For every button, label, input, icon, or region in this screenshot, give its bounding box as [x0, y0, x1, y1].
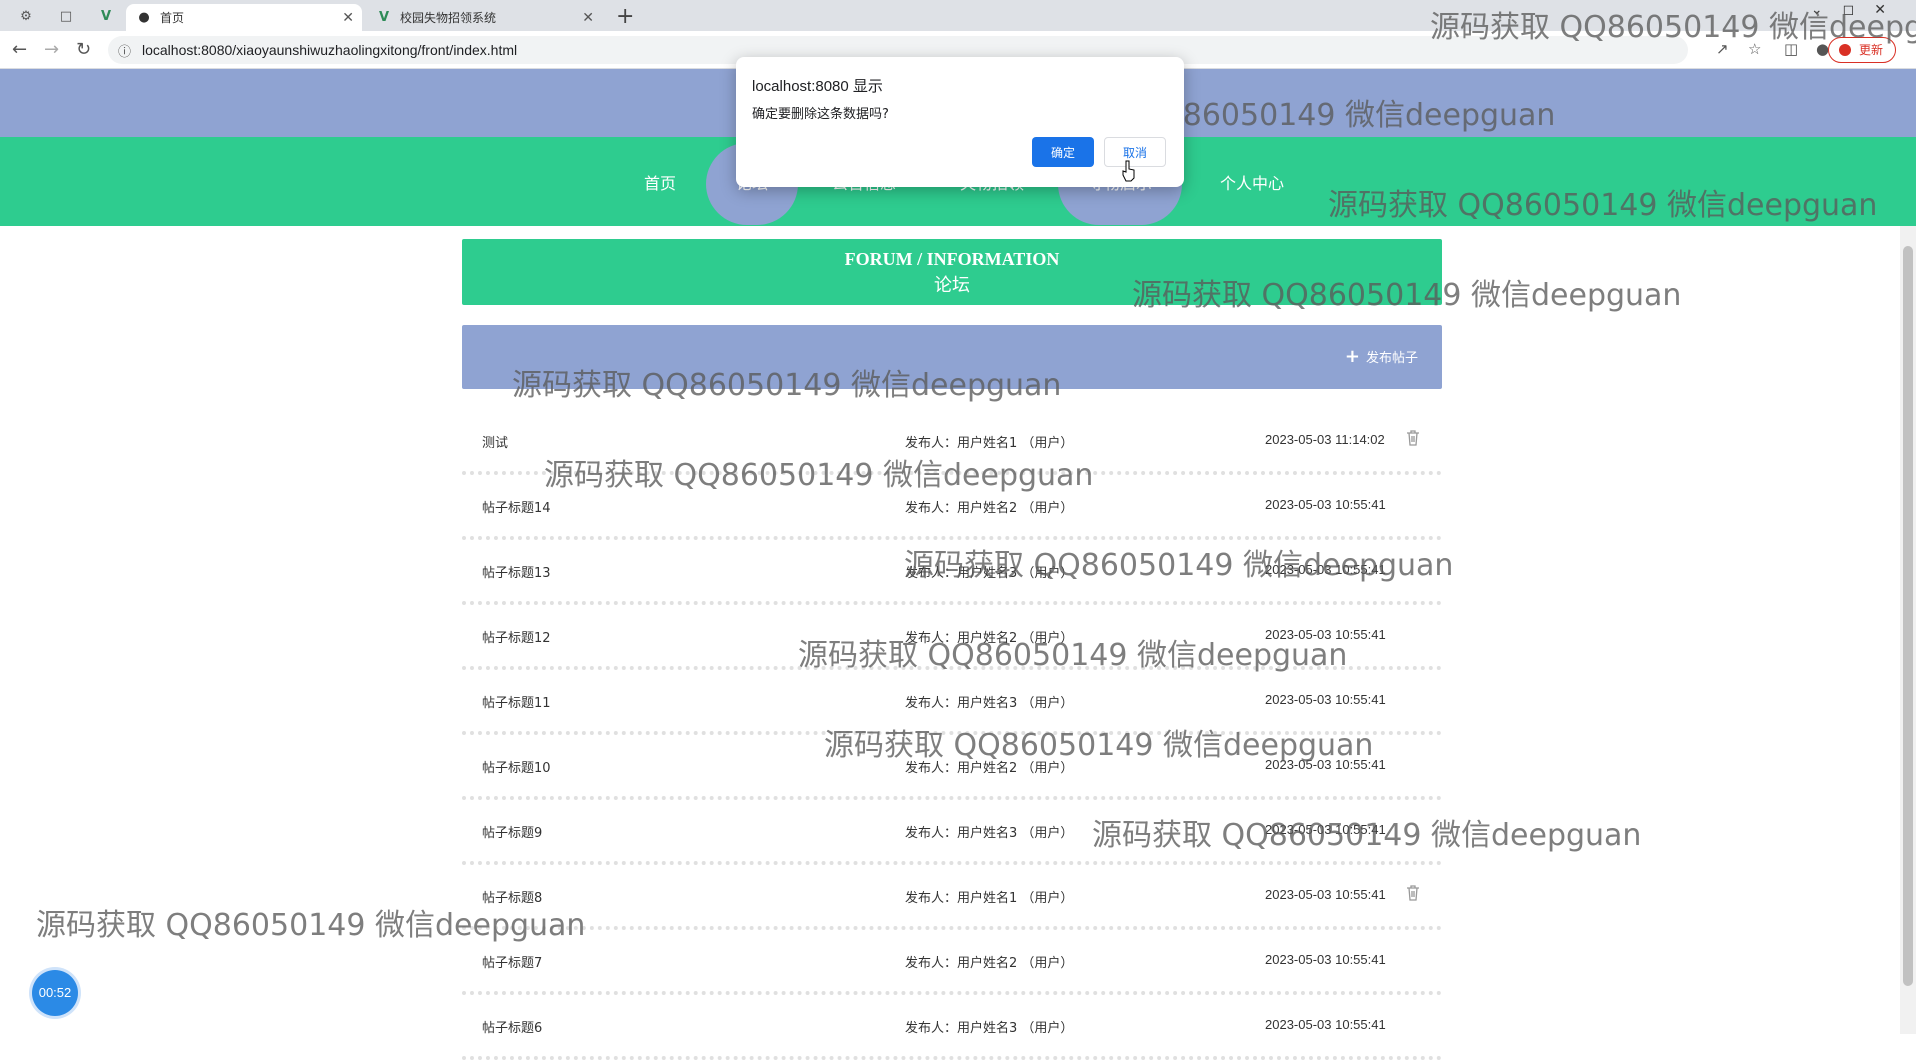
post-time: 2023-05-03 10:55:41: [1265, 822, 1386, 837]
plus-icon: +: [1344, 345, 1360, 367]
post-row[interactable]: 帖子标题11 发布人：用户姓名3 （用户） 2023-05-03 10:55:41: [462, 670, 1442, 735]
post-time: 2023-05-03 10:55:41: [1265, 562, 1386, 577]
close-icon[interactable]: ✕: [342, 10, 354, 26]
tab-label: 校园失物招领系统: [400, 11, 497, 25]
scrollbar-thumb[interactable]: [1903, 246, 1913, 986]
dialog-message: 确定要删除这条数据吗?: [752, 107, 889, 122]
post-author: 发布人：用户姓名3 （用户）: [905, 1021, 1074, 1036]
post-title[interactable]: 帖子标题12: [482, 627, 551, 646]
post-author: 发布人：用户姓名3 （用户）: [905, 696, 1074, 711]
post-row[interactable]: 帖子标题8 发布人：用户姓名1 （用户） 2023-05-03 10:55:41: [462, 865, 1442, 930]
post-author: 发布人：用户姓名3 （用户）: [905, 566, 1074, 581]
post-row[interactable]: 帖子标题9 发布人：用户姓名3 （用户） 2023-05-03 10:55:41: [462, 800, 1442, 865]
browser-tab-strip: ⚙ □ V ● 首页 ✕ V 校园失物招领系统 ✕ + ⌄◻✕: [0, 0, 1916, 31]
new-tab-icon[interactable]: +: [616, 4, 634, 29]
recording-timer: 00:52: [32, 970, 78, 1016]
post-author: 发布人：用户姓名2 （用户）: [905, 956, 1074, 971]
post-author: 发布人：用户姓名2 （用户）: [905, 501, 1074, 516]
post-title[interactable]: 帖子标题11: [482, 692, 551, 711]
post-row[interactable]: 帖子标题12 发布人：用户姓名2 （用户） 2023-05-03 10:55:41: [462, 605, 1442, 670]
tab-label: 首页: [160, 11, 185, 25]
tab-system[interactable]: V 校园失物招领系统 ✕: [366, 4, 602, 31]
publish-label: 发布帖子: [1365, 351, 1418, 366]
page-scrollbar[interactable]: [1900, 226, 1916, 1034]
post-title[interactable]: 帖子标题9: [482, 822, 542, 841]
vue-logo-icon: V: [378, 10, 390, 25]
post-row[interactable]: 帖子标题14 发布人：用户姓名2 （用户） 2023-05-03 10:55:41: [462, 475, 1442, 540]
post-author: 发布人：用户姓名1 （用户）: [905, 436, 1074, 451]
close-icon[interactable]: ✕: [582, 10, 594, 26]
globe-icon: ●: [138, 10, 150, 25]
post-row[interactable]: 帖子标题10 发布人：用户姓名2 （用户） 2023-05-03 10:55:41: [462, 735, 1442, 800]
nav-item-profile[interactable]: 个人中心: [1202, 137, 1302, 226]
post-title[interactable]: 帖子标题8: [482, 887, 542, 906]
post-author: 发布人：用户姓名3 （用户）: [905, 826, 1074, 841]
post-row[interactable]: 帖子标题13 发布人：用户姓名3 （用户） 2023-05-03 10:55:41: [462, 540, 1442, 605]
post-row[interactable]: 测试 发布人：用户姓名1 （用户） 2023-05-03 11:14:02: [462, 410, 1442, 475]
publish-post-button[interactable]: + 发布帖子: [1345, 347, 1418, 366]
post-time: 2023-05-03 10:55:41: [1265, 1017, 1386, 1032]
post-row[interactable]: 帖子标题6 发布人：用户姓名3 （用户） 2023-05-03 10:55:41: [462, 995, 1442, 1060]
tab-home[interactable]: ● 首页 ✕: [126, 4, 362, 31]
blank-tab-icon[interactable]: □: [56, 6, 76, 26]
post-title[interactable]: 帖子标题6: [482, 1017, 542, 1036]
post-row[interactable]: 帖子标题7 发布人：用户姓名2 （用户） 2023-05-03 10:55:41: [462, 930, 1442, 995]
post-time: 2023-05-03 10:55:41: [1265, 692, 1386, 707]
share-icon[interactable]: ↗: [1716, 40, 1729, 58]
trash-icon[interactable]: [1406, 885, 1420, 901]
back-arrow-icon[interactable]: ←: [12, 39, 27, 60]
star-icon[interactable]: ☆: [1748, 40, 1761, 58]
vue-logo-icon[interactable]: V: [96, 6, 116, 26]
section-header: FORUM / INFORMATION 论坛: [462, 239, 1442, 305]
forum-toolbar: + 发布帖子: [462, 325, 1442, 389]
confirm-dialog: localhost:8080 显示 确定要删除这条数据吗? 确定 取消: [736, 57, 1184, 187]
post-author: 发布人：用户姓名2 （用户）: [905, 631, 1074, 646]
post-author: 发布人：用户姓名2 （用户）: [905, 761, 1074, 776]
post-time: 2023-05-03 10:55:41: [1265, 757, 1386, 772]
section-title-zh: 论坛: [934, 275, 970, 296]
post-title[interactable]: 帖子标题14: [482, 497, 551, 516]
post-title[interactable]: 测试: [482, 432, 508, 451]
dialog-title: localhost:8080 显示: [752, 78, 883, 95]
post-time: 2023-05-03 10:55:41: [1265, 887, 1386, 902]
post-list: 测试 发布人：用户姓名1 （用户） 2023-05-03 11:14:02 帖子标题1…: [462, 410, 1442, 1060]
nav-item-home[interactable]: 首页: [620, 137, 700, 226]
post-time: 2023-05-03 11:14:02: [1265, 432, 1385, 447]
post-author: 发布人：用户姓名1 （用户）: [905, 891, 1074, 906]
reload-icon[interactable]: ↻: [76, 39, 91, 60]
post-time: 2023-05-03 10:55:41: [1265, 497, 1386, 512]
hand-cursor-icon: [1122, 160, 1135, 182]
post-title[interactable]: 帖子标题10: [482, 757, 551, 776]
post-title[interactable]: 帖子标题7: [482, 952, 542, 971]
sidebar-icon[interactable]: ◫: [1784, 40, 1798, 58]
post-title[interactable]: 帖子标题13: [482, 562, 551, 581]
confirm-button[interactable]: 确定: [1032, 137, 1094, 167]
window-controls[interactable]: ⌄◻✕: [1811, 2, 1906, 18]
update-button[interactable]: 更新: [1827, 37, 1896, 63]
url-text: localhost:8080/xiaoyaunshiwuzhaolingxito…: [142, 42, 518, 58]
globe-icon[interactable]: ⚙: [16, 6, 36, 26]
forward-arrow-icon[interactable]: →: [44, 39, 59, 60]
trash-icon[interactable]: [1406, 430, 1420, 446]
post-time: 2023-05-03 10:55:41: [1265, 952, 1386, 967]
info-icon[interactable]: ⓘ: [118, 41, 131, 60]
post-time: 2023-05-03 10:55:41: [1265, 627, 1386, 642]
section-title-en: FORUM / INFORMATION: [844, 249, 1060, 269]
